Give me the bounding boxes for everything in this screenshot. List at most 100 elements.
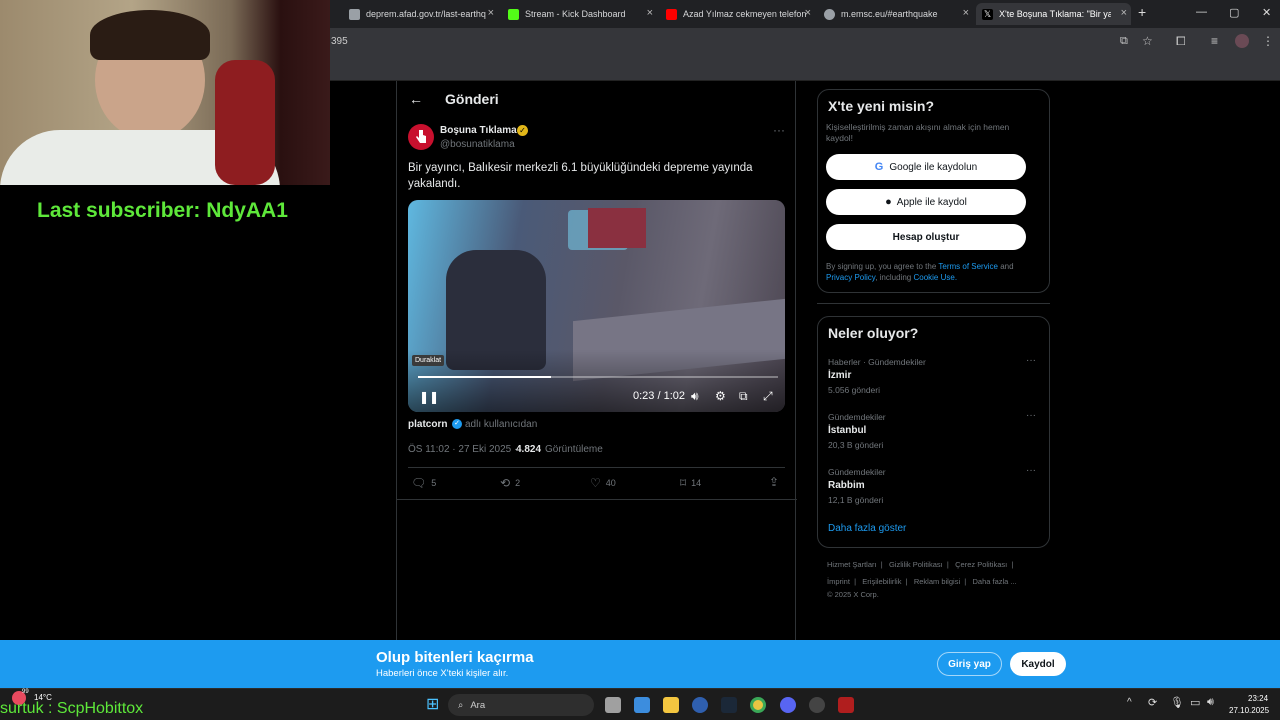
url-text[interactable]: 395	[331, 36, 348, 47]
windows-start-icon[interactable]: ⊞	[426, 697, 439, 713]
privacy-link[interactable]: Privacy Policy	[826, 273, 875, 282]
trend-count: 20,3 B gönderi	[828, 440, 884, 450]
more-options-icon[interactable]: ···	[1026, 410, 1036, 421]
banner-title: Olup bitenleri kaçırma	[376, 649, 534, 666]
tab-title: deprem.afad.gov.tr/last-earthq	[366, 9, 486, 19]
browser-tab-afad[interactable]: deprem.afad.gov.tr/last-earthq ×	[343, 3, 498, 25]
cookie-link[interactable]: Cookie Use.	[913, 273, 957, 282]
reply-button[interactable]: 🗨︎ 5	[411, 476, 436, 490]
search-placeholder: Ara	[470, 699, 486, 711]
close-icon[interactable]: ×	[1121, 7, 1127, 19]
microphone-icon[interactable]: 🎙︎	[1170, 696, 1184, 709]
menu-icon[interactable]: ⋮	[1262, 34, 1274, 48]
file-explorer-icon[interactable]	[663, 697, 679, 713]
login-label: Giriş yap	[948, 658, 991, 670]
footer-link[interactable]: Çerez Politikası	[955, 560, 1007, 569]
browser-tab-kick[interactable]: Stream - Kick Dashboard ×	[502, 3, 657, 25]
close-icon[interactable]: ×	[647, 7, 653, 19]
trend-item[interactable]: Gündemdekiler İstanbul 20,3 B gönderi ··…	[818, 408, 1049, 460]
video-progress-bar[interactable]	[418, 376, 778, 378]
reply-icon: 🗨︎	[411, 476, 427, 490]
footer-link[interactable]: Erişilebilirlik	[862, 577, 901, 586]
trend-category: Haberler · Gündemdekiler	[828, 357, 926, 367]
calculator-icon[interactable]	[634, 697, 650, 713]
star-icon[interactable]: ☆	[1142, 34, 1153, 48]
footer-link[interactable]: Gizlilik Politikası	[889, 560, 943, 569]
browser-tab-youtube[interactable]: Azad Yılmaz cekmeyen telefon ×	[660, 3, 815, 25]
obs-icon[interactable]	[692, 697, 708, 713]
divider	[817, 303, 1050, 304]
show-more-link[interactable]: Daha fazla göster	[828, 523, 906, 534]
trend-count: 12,1 B gönderi	[828, 495, 884, 505]
page-title: Gönderi	[445, 91, 499, 107]
author-name[interactable]: Boşuna Tıklama	[440, 125, 517, 136]
maximize-button[interactable]: ▢	[1229, 6, 1239, 19]
close-icon[interactable]: ×	[963, 7, 969, 19]
kick-icon	[508, 8, 519, 20]
close-icon[interactable]: ×	[805, 7, 811, 19]
trend-item[interactable]: Gündemdekiler Rabbim 12,1 B gönderi ···	[818, 463, 1049, 515]
fullscreen-icon[interactable]: ⤢	[763, 389, 773, 404]
signup-button[interactable]: Kaydol	[1010, 652, 1066, 676]
footer-link[interactable]: Reklam bilgisi	[914, 577, 960, 586]
picture-in-picture-icon[interactable]: ⧉	[739, 389, 748, 404]
create-account-label: Hesap oluştur	[892, 231, 960, 243]
video-player[interactable]: Duraklat ❚❚ 0:23 / 1:02 🔊︎ ⚙ ⧉ ⤢	[408, 200, 785, 412]
globe-icon	[824, 8, 835, 20]
cast-icon[interactable]: ⧉	[1120, 35, 1128, 48]
x-page: ← Gönderi Boşuna Tıklama ✓ @bosunatiklam…	[330, 81, 1280, 640]
more-options-icon[interactable]: ···	[773, 123, 785, 137]
steam-icon[interactable]	[721, 697, 737, 713]
discord-icon[interactable]	[780, 697, 796, 713]
author-handle[interactable]: @bosunatiklama	[440, 139, 515, 150]
clock-date[interactable]: 27.10.2025	[1229, 706, 1269, 715]
footer-link[interactable]: Hizmet Şartları	[827, 560, 877, 569]
terms-and: and	[1000, 262, 1014, 271]
sync-icon[interactable]: ⟳	[1148, 696, 1157, 709]
bookmark-button[interactable]: ⌑ 14	[680, 476, 701, 490]
trend-item[interactable]: Haberler · Gündemdekiler İzmir 5.056 gön…	[818, 353, 1049, 405]
media-icon[interactable]: ≡	[1211, 34, 1218, 48]
settings-gear-icon[interactable]: ⚙	[715, 389, 726, 403]
create-account-button[interactable]: Hesap oluştur	[826, 224, 1026, 250]
apple-signup-button[interactable]: ● Apple ile kaydol	[826, 189, 1026, 215]
new-tab-button[interactable]: +	[1138, 4, 1146, 20]
like-button[interactable]: ♡ 40	[590, 476, 616, 490]
taskbar-search[interactable]: ⌕ Ara	[448, 694, 594, 716]
app-icon[interactable]	[809, 697, 825, 713]
task-view-icon[interactable]	[605, 697, 621, 713]
close-window-button[interactable]: ✕	[1262, 6, 1271, 19]
google-signup-button[interactable]: G Google ile kaydolun	[826, 154, 1026, 180]
repost-button[interactable]: ⟲ 2	[500, 476, 520, 490]
avatar[interactable]	[408, 124, 434, 150]
browser-tab-emsc[interactable]: m.emsc.eu/#earthquake ×	[818, 3, 973, 25]
volume-icon[interactable]: 🔊︎	[691, 389, 699, 404]
pause-icon[interactable]: ❚❚	[419, 390, 439, 404]
post-timestamp[interactable]: ÖS 11:02 · 27 Eki 2025 ·	[408, 444, 517, 455]
clock-time[interactable]: 23:24	[1248, 694, 1268, 703]
views-count: 4.824	[516, 444, 542, 455]
share-icon[interactable]: ⇪	[769, 475, 779, 489]
back-arrow-icon[interactable]: ←	[409, 91, 423, 107]
login-button[interactable]: Giriş yap	[937, 652, 1002, 676]
close-icon[interactable]: ×	[488, 7, 494, 19]
more-options-icon[interactable]: ···	[1026, 355, 1036, 366]
video-credit-name[interactable]: platcorn	[408, 419, 447, 430]
app-icon[interactable]	[838, 697, 854, 713]
tray-chevron-icon[interactable]: ^	[1127, 697, 1132, 708]
chrome-icon[interactable]	[750, 697, 766, 713]
hand-pointer-icon	[416, 130, 426, 143]
network-icon[interactable]: ▭	[1190, 696, 1200, 709]
footer-link[interactable]: İmprint	[827, 577, 850, 586]
avatar[interactable]	[1235, 34, 1249, 48]
speaker-icon[interactable]: 🔊︎	[1207, 696, 1214, 709]
browser-tab-x[interactable]: 𝕏 X'te Boşuna Tıklama: "Bir yay ×	[976, 3, 1131, 25]
apple-signup-label: Apple ile kaydol	[896, 196, 967, 208]
tab-title: Stream - Kick Dashboard	[525, 9, 626, 19]
terms-link[interactable]: Terms of Service	[938, 262, 998, 271]
minimize-button[interactable]: —	[1196, 6, 1207, 18]
footer-link[interactable]: Daha fazla ...	[972, 577, 1016, 586]
extensions-icon[interactable]: ⧠	[1176, 34, 1186, 49]
more-options-icon[interactable]: ···	[1026, 465, 1036, 476]
trends-card: Neler oluyor? Haberler · Gündemdekiler İ…	[817, 316, 1050, 548]
